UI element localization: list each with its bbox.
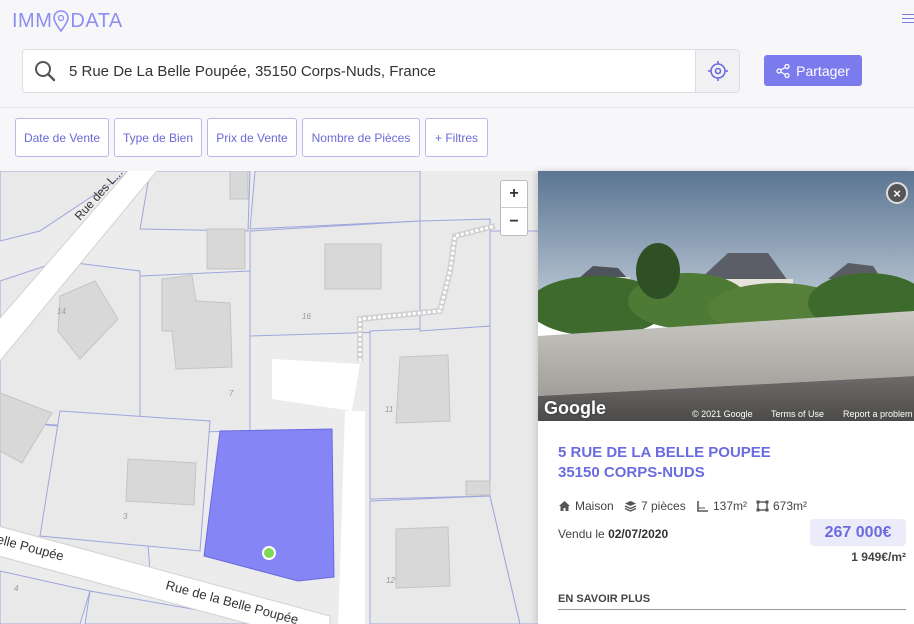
more-filters-button[interactable]: + Filtres: [425, 118, 488, 157]
top-bar: IMM DATA Partager: [0, 0, 914, 108]
svg-text:11: 11: [385, 405, 393, 414]
filter-sale-date[interactable]: Date de Vente: [15, 118, 109, 157]
feature-type-label: Maison: [575, 499, 614, 513]
search-icon[interactable]: [23, 50, 67, 92]
address-line-1: 5 RUE DE LA BELLE POUPEE: [558, 444, 771, 461]
share-button-label: Partager: [796, 62, 850, 79]
feature-land-area: 673m²: [756, 499, 807, 513]
crosshair-icon: [707, 61, 728, 81]
terms-link[interactable]: Terms of Use: [771, 409, 824, 419]
map-pin-icon: [53, 10, 70, 33]
svg-text:14: 14: [57, 307, 66, 316]
feature-living-area: 137m²: [696, 499, 747, 513]
sale-date-prefix: Vendu le: [558, 527, 605, 541]
learn-more-link[interactable]: EN SAVOIR PLUS: [558, 593, 906, 610]
property-detail-panel: Google © 2021 Google Terms of Use Report…: [538, 171, 914, 624]
search-bar: [22, 49, 740, 93]
layers-icon: [624, 501, 637, 512]
zoom-in-button[interactable]: +: [501, 181, 527, 208]
share-button[interactable]: Partager: [764, 55, 862, 86]
filter-room-count[interactable]: Nombre de Pièces: [302, 118, 420, 157]
report-problem-link[interactable]: Report a problem: [843, 409, 913, 419]
filter-sale-price[interactable]: Prix de Vente: [207, 118, 297, 157]
hamburger-menu-icon[interactable]: [902, 14, 914, 26]
share-icon: [776, 63, 790, 78]
address-search-input[interactable]: [67, 50, 695, 92]
svg-text:16: 16: [302, 312, 311, 321]
street-view-footer: © 2021 Google Terms of Use Report a prob…: [538, 407, 914, 421]
feature-land-area-label: 673m²: [773, 499, 808, 513]
svg-text:3: 3: [123, 512, 128, 521]
zoom-control: + −: [500, 180, 528, 236]
sale-date-value: 02/07/2020: [608, 527, 669, 541]
street-view-photo[interactable]: Google © 2021 Google Terms of Use Report…: [538, 171, 914, 421]
house-icon: [559, 501, 570, 511]
feature-rooms-label: 7 pièces: [641, 499, 686, 513]
geolocate-button[interactable]: [695, 50, 739, 92]
feature-rooms: 7 pièces: [624, 499, 686, 513]
feature-type: Maison: [558, 499, 614, 513]
app-logo[interactable]: IMM DATA: [12, 8, 123, 34]
feature-living-area-label: 137m²: [713, 499, 748, 513]
filter-bar: Date de Vente Type de Bien Prix de Vente…: [0, 108, 914, 171]
copyright-text: © 2021 Google: [692, 409, 753, 419]
logo-text-part1: IMM: [12, 9, 53, 32]
zoom-out-button[interactable]: −: [501, 208, 527, 235]
filter-property-type[interactable]: Type de Bien: [114, 118, 202, 157]
property-marker[interactable]: [262, 546, 276, 560]
sale-price: 267 000€: [810, 519, 906, 546]
land-area-icon: [756, 500, 769, 512]
svg-text:4: 4: [14, 584, 19, 593]
address-line-2: 35150 CORPS-NUDS: [558, 464, 705, 481]
svg-text:7: 7: [229, 389, 234, 398]
price-per-m2: 1 949€/m²: [851, 550, 906, 564]
logo-text-part2: DATA: [70, 9, 123, 32]
sale-date: Vendu le 02/07/2020: [558, 527, 668, 541]
floor-area-icon: [697, 501, 708, 512]
close-panel-button[interactable]: ×: [886, 182, 908, 204]
svg-text:12: 12: [386, 576, 395, 585]
